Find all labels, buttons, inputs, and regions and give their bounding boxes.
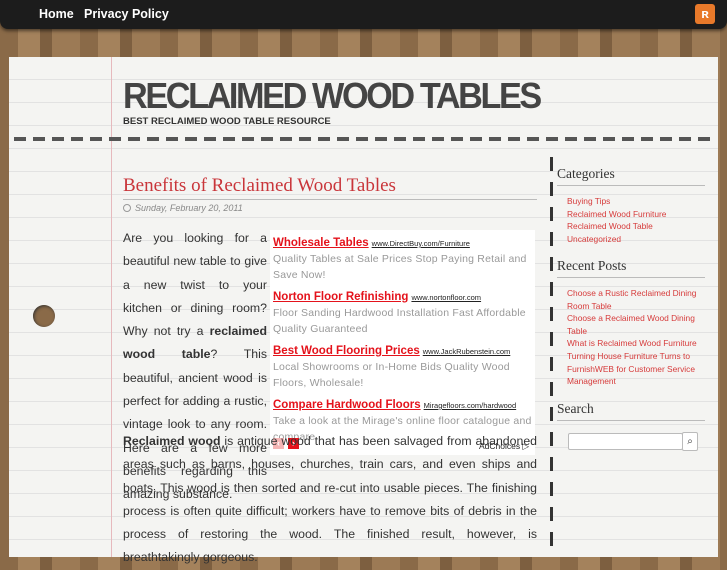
category-link[interactable]: Buying Tips	[567, 195, 707, 208]
ad-headline[interactable]: Best Wood Flooring Prices	[273, 345, 420, 357]
recent-posts-list: Choose a Rustic Reclaimed Dining Room Ta…	[567, 287, 702, 388]
ad-item: Best Wood Flooring Prices www.JackRubenst…	[273, 341, 532, 391]
ad-description: Floor Sanding Hardwood Installation Fast…	[273, 307, 526, 335]
post-title[interactable]: Benefits of Reclaimed Wood Tables	[123, 175, 537, 200]
recent-post-link[interactable]: Turning House Furniture Turns to Furnish…	[567, 350, 702, 388]
ad-description: Local Showrooms or In-Home Bids Quality …	[273, 361, 510, 389]
recent-post-link[interactable]: What is Reclaimed Wood Furniture	[567, 337, 702, 350]
search-heading: Search	[557, 401, 705, 421]
ad-headline[interactable]: Norton Floor Refinishing	[273, 291, 408, 303]
post-date: Sunday, February 20, 2011	[123, 203, 243, 213]
nav-privacy-policy[interactable]: Privacy Policy	[84, 7, 169, 21]
rss-icon[interactable]: ʀ	[695, 4, 715, 24]
ad-url[interactable]: www.nortonfloor.com	[411, 293, 481, 302]
category-link[interactable]: Reclaimed Wood Table	[567, 220, 707, 233]
recent-posts-heading: Recent Posts	[557, 258, 705, 278]
ad-block: Wholesale Tables www.DirectBuy.com/Furnit…	[270, 230, 535, 455]
spiral-divider	[550, 157, 553, 557]
margin-line	[111, 57, 112, 557]
categories-heading: Categories	[557, 166, 705, 186]
site-tagline: BEST RECLAIMED WOOD TABLE RESOURCE	[123, 116, 331, 127]
post-paragraph-2: Reclaimed wood is antique wood that has …	[123, 430, 537, 570]
category-link[interactable]: Reclaimed Wood Furniture	[567, 208, 707, 221]
clock-icon	[123, 204, 131, 212]
top-nav-bar: Home Privacy Policy ʀ	[0, 0, 727, 29]
ad-url[interactable]: Miragefloors.com/hardwood	[424, 401, 517, 410]
text: Are you looking for a beautiful new tabl…	[123, 231, 267, 339]
categories-list: Buying Tips Reclaimed Wood Furniture Rec…	[567, 195, 707, 245]
search-icon[interactable]: ⌕	[682, 432, 698, 451]
divider	[14, 137, 714, 141]
recent-post-link[interactable]: Choose a Rustic Reclaimed Dining Room Ta…	[567, 287, 702, 312]
recent-post-link[interactable]: Choose a Reclaimed Wood Dining Table	[567, 312, 702, 337]
ad-url[interactable]: www.DirectBuy.com/Furniture	[372, 239, 470, 248]
ad-headline[interactable]: Wholesale Tables	[273, 237, 369, 249]
ad-item: Norton Floor Refinishing www.nortonfloor.…	[273, 287, 532, 337]
bold-text: Reclaimed wood	[123, 434, 221, 448]
nav-home[interactable]: Home	[39, 7, 74, 21]
ad-headline[interactable]: Compare Hardwood Floors	[273, 399, 421, 411]
ad-description: Quality Tables at Sale Prices Stop Payin…	[273, 253, 527, 281]
ad-item: Wholesale Tables www.DirectBuy.com/Furnit…	[273, 233, 532, 283]
ad-url[interactable]: www.JackRubenstein.com	[423, 347, 511, 356]
category-link[interactable]: Uncategorized	[567, 233, 707, 246]
binder-hole	[33, 305, 55, 327]
site-title[interactable]: RECLAIMED WOOD TABLES	[123, 75, 542, 117]
search-input[interactable]	[568, 433, 683, 450]
date-text: Sunday, February 20, 2011	[135, 203, 243, 213]
